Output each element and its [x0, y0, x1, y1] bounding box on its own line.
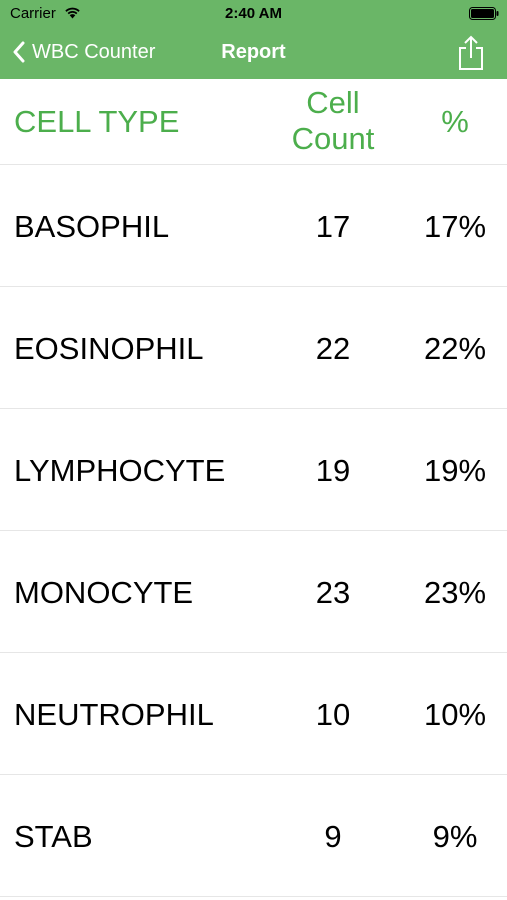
- status-bar: Carrier 2:40 AM: [0, 0, 507, 28]
- cell-count: 19: [315, 453, 351, 488]
- header-cell-count-line1: Cell: [306, 85, 360, 120]
- cell-type: BASOPHIL: [14, 209, 170, 244]
- page-title: Report: [221, 41, 286, 63]
- table-row: MONOCYTE 23 23%: [0, 531, 507, 653]
- table-row: STAB 9 9%: [0, 775, 507, 897]
- cell-percent: 17%: [423, 209, 487, 244]
- table-body: BASOPHIL 17 17% EOSINOPHIL 22 22% LYMPHO…: [0, 165, 507, 897]
- share-button[interactable]: [456, 34, 486, 72]
- cell-type: STAB: [14, 819, 93, 854]
- header-bar: Carrier 2:40 AM WBC Counter Report: [0, 0, 507, 79]
- share-icon: [459, 35, 483, 70]
- cell-count: 10: [315, 697, 351, 732]
- cell-percent: 23%: [423, 575, 487, 610]
- table-row: BASOPHIL 17 17%: [0, 165, 507, 287]
- cell-type: MONOCYTE: [14, 575, 194, 610]
- cell-percent: 22%: [423, 331, 487, 366]
- table-row: LYMPHOCYTE 19 19%: [0, 409, 507, 531]
- cell-type: NEUTROPHIL: [14, 697, 214, 732]
- header-cell-count: Cell Count: [273, 85, 393, 157]
- table-row: EOSINOPHIL 22 22%: [0, 287, 507, 409]
- navigation-bar: WBC Counter Report: [0, 28, 507, 79]
- cell-type: EOSINOPHIL: [14, 331, 204, 366]
- cell-percent: 9%: [432, 819, 478, 854]
- table-row: NEUTROPHIL 10 10%: [0, 653, 507, 775]
- cell-count: 9: [324, 819, 342, 854]
- cell-type: LYMPHOCYTE: [14, 453, 226, 488]
- cell-count: 22: [315, 331, 351, 366]
- cell-percent: 10%: [423, 697, 487, 732]
- header-cell-count-line2: Count: [291, 121, 375, 156]
- header-percent: %: [441, 104, 469, 139]
- table-header: CELL TYPE Cell Count %: [0, 79, 507, 165]
- status-time: 2:40 AM: [225, 5, 282, 22]
- cell-count: 23: [315, 575, 351, 610]
- header-cell-type: CELL TYPE: [14, 104, 180, 139]
- cell-percent: 19%: [423, 453, 487, 488]
- battery-icon: [469, 7, 499, 20]
- report-screen: Carrier 2:40 AM WBC Counter Report CELL …: [0, 0, 507, 900]
- cell-count: 17: [315, 209, 351, 244]
